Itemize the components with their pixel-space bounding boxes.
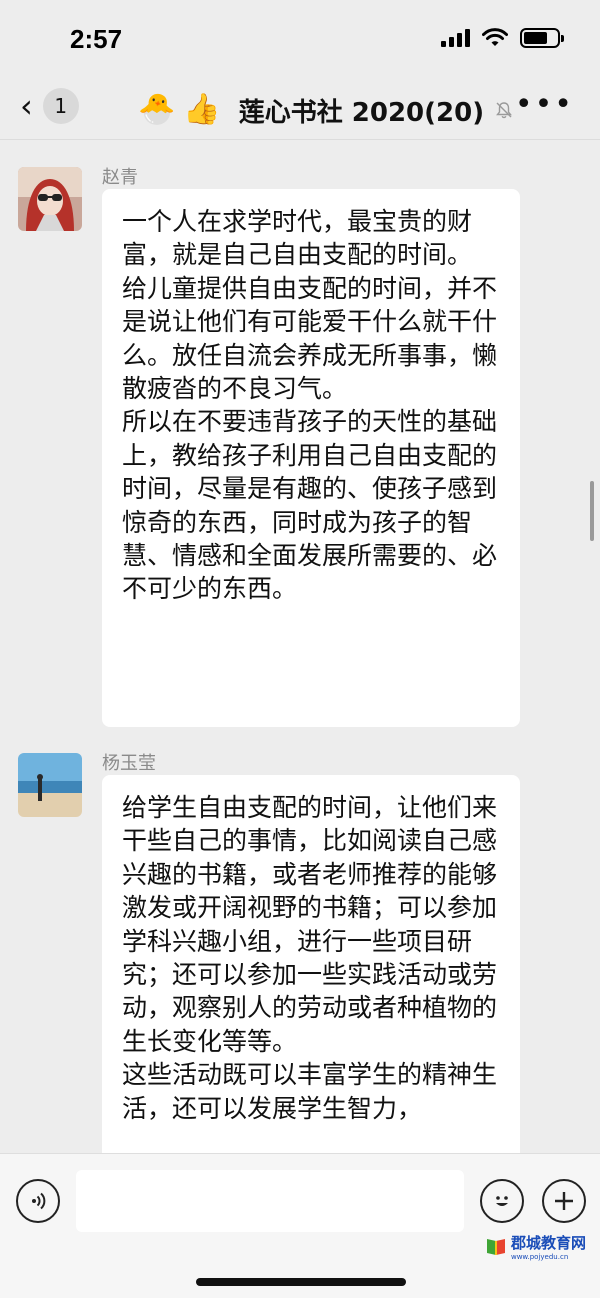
voice-input-button[interactable] (16, 1179, 60, 1223)
status-icons (441, 28, 564, 48)
message-bubble[interactable]: 给学生自由支配的时间，让他们来干些自己的事情，比如阅读自己感兴趣的书籍，或者老师… (102, 775, 520, 1153)
input-bar (0, 1153, 600, 1298)
book-logo-icon (486, 1238, 505, 1255)
message-input[interactable] (76, 1170, 464, 1232)
mute-bell-icon (496, 102, 513, 119)
avatar[interactable] (18, 167, 82, 231)
watermark: 郡城教育网 www.pojyedu.cn (485, 1232, 586, 1261)
voice-icon (32, 1192, 46, 1210)
sender-name: 杨玉莹 (102, 753, 156, 774)
home-indicator[interactable] (196, 1278, 406, 1286)
status-bar: 2:57 (0, 0, 600, 80)
chat-message-list[interactable]: 赵青 一个人在求学时代，最宝贵的财富，就是自己自由支配的时间。 给儿童提供自由支… (0, 141, 600, 1153)
plus-icon (555, 1192, 573, 1210)
group-name: 莲心书社 2020(20) (238, 97, 485, 128)
emoji-button[interactable] (480, 1179, 524, 1223)
hatching-chick-emoji-icon: 🐣 (138, 92, 176, 127)
smiley-face-icon (496, 1196, 508, 1206)
chat-header: ‹ 1 🐣 👍 莲心书社 2020(20) ••• (0, 80, 600, 140)
more-options-button[interactable]: ••• (515, 90, 574, 120)
add-attachment-button[interactable] (542, 1179, 586, 1223)
sender-name: 赵青 (102, 167, 138, 188)
avatar[interactable] (18, 753, 82, 817)
group-title-area[interactable]: 🐣 👍 莲心书社 2020(20) (138, 90, 514, 130)
message-bubble[interactable]: 一个人在求学时代，最宝贵的财富，就是自己自由支配的时间。 给儿童提供自由支配的时… (102, 189, 520, 727)
cellular-signal-icon (441, 29, 470, 47)
unread-count-badge: 1 (42, 88, 79, 124)
watermark-text: 郡城教育网 (510, 1234, 586, 1252)
watermark-url: www.pojyedu.cn (510, 1253, 569, 1261)
wifi-icon (482, 28, 508, 46)
scrollbar[interactable] (590, 481, 594, 541)
chevron-left-icon: ‹ (20, 87, 33, 125)
back-button[interactable]: ‹ 1 (20, 88, 79, 124)
status-time: 2:57 (70, 24, 123, 54)
thumbs-up-emoji-icon: 👍 (183, 92, 221, 127)
battery-icon (520, 28, 564, 48)
